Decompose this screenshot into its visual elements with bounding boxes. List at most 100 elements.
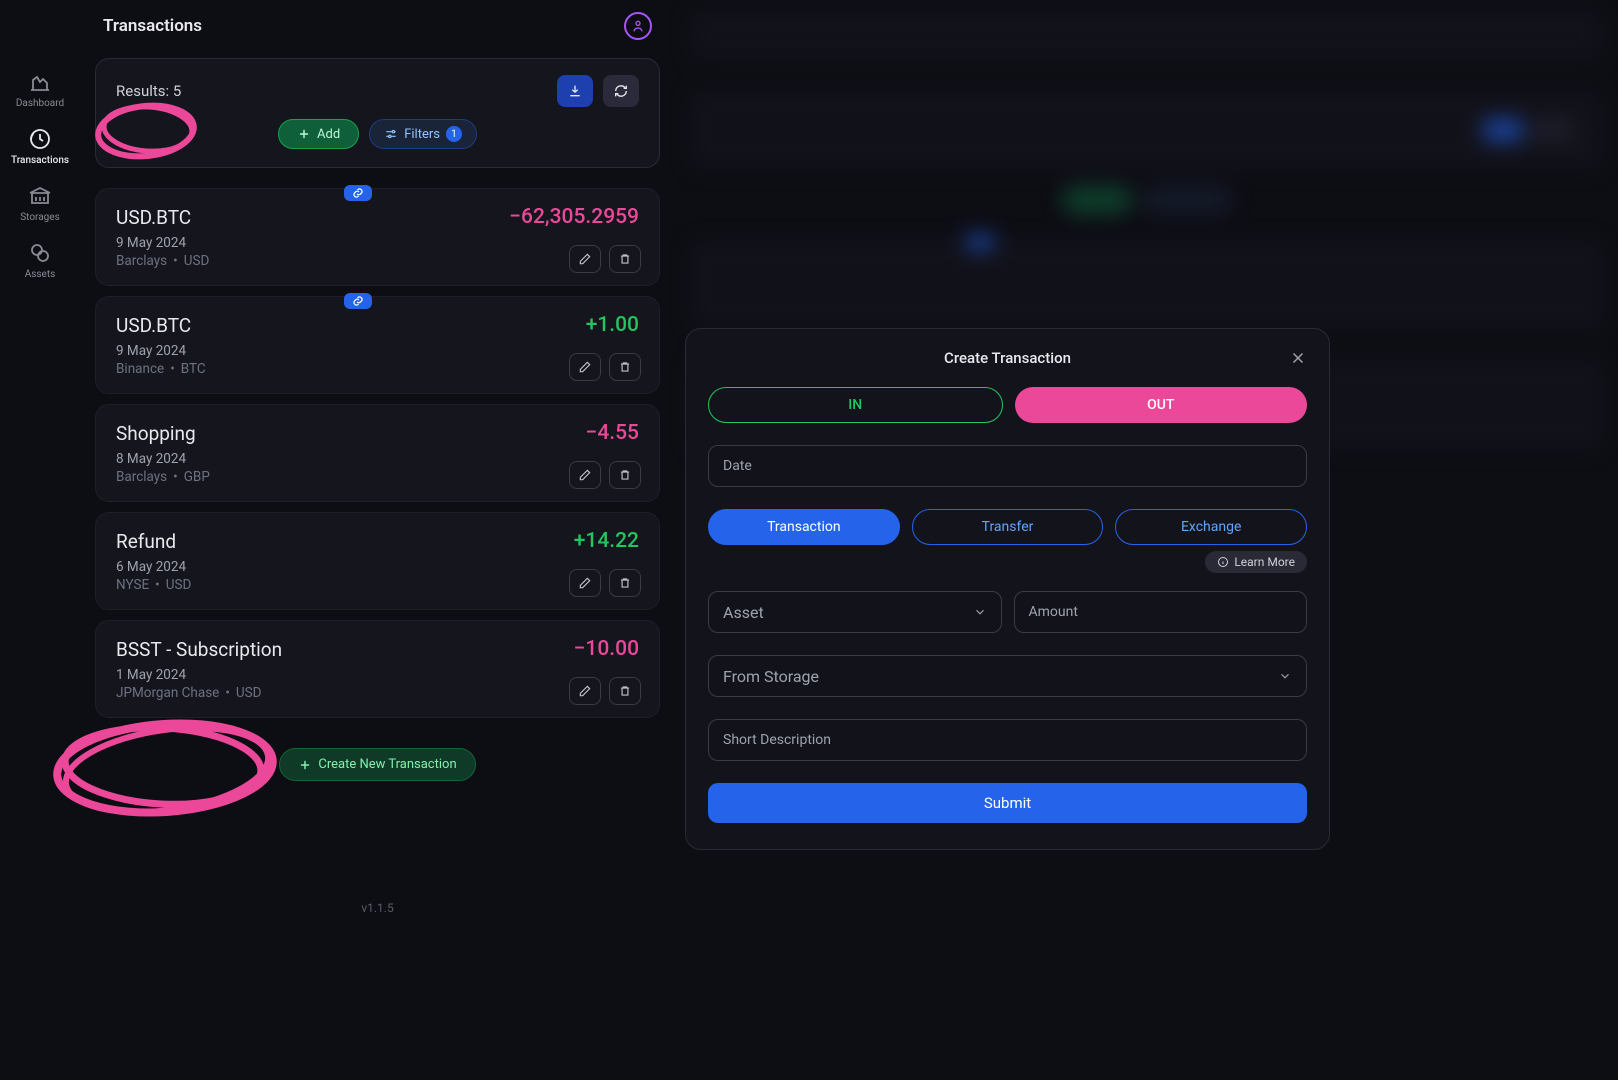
from-storage-label: From Storage	[723, 667, 819, 686]
transaction-meta: Binance•BTC	[116, 361, 639, 377]
close-icon	[1289, 349, 1307, 367]
edit-button[interactable]	[569, 677, 601, 705]
transaction-meta: Barclays•USD	[116, 253, 639, 269]
refresh-icon	[613, 83, 629, 99]
close-button[interactable]	[1289, 349, 1307, 371]
add-button[interactable]: Add	[278, 119, 359, 149]
amount-label: Amount	[1029, 604, 1078, 620]
transactions-icon	[28, 127, 52, 151]
sidebar: Dashboard Transactions Storages Assets	[0, 0, 80, 1080]
delete-button[interactable]	[609, 245, 641, 273]
sidebar-item-storages[interactable]: Storages	[20, 184, 60, 223]
asset-label: Asset	[723, 603, 764, 622]
trash-icon	[618, 252, 632, 266]
filters-button[interactable]: Filters 1	[369, 119, 477, 149]
from-storage-select[interactable]: From Storage	[708, 655, 1307, 697]
link-icon	[352, 187, 364, 199]
link-badge	[344, 185, 372, 201]
edit-button[interactable]	[569, 353, 601, 381]
delete-button[interactable]	[609, 461, 641, 489]
transaction-amount: +14.22	[574, 529, 639, 553]
main-column: Transactions Results: 5 Add	[80, 0, 675, 1080]
transaction-card[interactable]: BSST - Subscription −10.00 1 May 2024 JPMor…	[95, 620, 660, 718]
chevron-down-icon	[1278, 669, 1292, 683]
trash-icon	[618, 684, 632, 698]
transaction-name: Shopping	[116, 422, 196, 445]
transaction-amount: −10.00	[574, 637, 639, 661]
create-new-label: Create New Transaction	[318, 757, 456, 772]
direction-out-button[interactable]: OUT	[1015, 387, 1308, 423]
asset-select[interactable]: Asset	[708, 591, 1002, 633]
transaction-date: 6 May 2024	[116, 559, 639, 575]
sidebar-item-dashboard[interactable]: Dashboard	[16, 70, 64, 109]
edit-icon	[578, 468, 592, 482]
direction-in-button[interactable]: IN	[708, 387, 1003, 423]
add-button-label: Add	[317, 127, 340, 142]
type-exchange-button[interactable]: Exchange	[1115, 509, 1307, 545]
download-button[interactable]	[557, 75, 593, 107]
transaction-card[interactable]: Refund+14.226 May 2024NYSE•USD	[95, 512, 660, 610]
create-new-transaction-button[interactable]: Create New Transaction	[279, 748, 475, 781]
transaction-name: USD.BTC	[116, 314, 191, 337]
assets-icon	[28, 241, 52, 265]
edit-button[interactable]	[569, 569, 601, 597]
transaction-amount: +1.00	[586, 313, 639, 337]
chevron-down-icon	[973, 605, 987, 619]
sidebar-item-transactions[interactable]: Transactions	[11, 127, 69, 166]
profile-button[interactable]	[624, 12, 652, 40]
sidebar-item-label: Transactions	[11, 155, 69, 166]
plus-icon	[298, 758, 312, 772]
submit-button[interactable]: Submit	[708, 783, 1307, 823]
user-icon	[630, 18, 646, 34]
transaction-amount: −4.55	[586, 421, 639, 445]
transaction-meta: Barclays•GBP	[116, 469, 639, 485]
delete-button[interactable]	[609, 569, 641, 597]
sliders-icon	[384, 127, 398, 141]
edit-icon	[578, 684, 592, 698]
sidebar-item-assets[interactable]: Assets	[25, 241, 56, 280]
edit-icon	[578, 360, 592, 374]
delete-button[interactable]	[609, 677, 641, 705]
transaction-date: 9 May 2024	[116, 343, 639, 359]
transaction-amount: −62,305.2959	[509, 205, 639, 229]
transaction-name: USD.BTC	[116, 206, 191, 229]
plus-icon	[297, 127, 311, 141]
description-field[interactable]: Short Description	[708, 719, 1307, 761]
page-title: Transactions	[103, 16, 202, 36]
type-transaction-button[interactable]: Transaction	[708, 509, 900, 545]
refresh-button[interactable]	[603, 75, 639, 107]
transaction-card[interactable]: USD.BTC +1.00 9 May 2024 Binance•BTC	[95, 296, 660, 394]
create-transaction-modal: Create Transaction IN OUT Date Transacti…	[685, 328, 1330, 850]
trash-icon	[618, 576, 632, 590]
learn-more-button[interactable]: Learn More	[1205, 551, 1307, 573]
type-transfer-button[interactable]: Transfer	[912, 509, 1104, 545]
sidebar-item-label: Storages	[20, 212, 60, 223]
transaction-date: 8 May 2024	[116, 451, 639, 467]
transaction-meta: JPMorgan Chase•USD	[116, 685, 639, 701]
link-icon	[352, 295, 364, 307]
edit-button[interactable]	[569, 461, 601, 489]
amount-field[interactable]: Amount	[1014, 591, 1308, 633]
transaction-meta: NYSE•USD	[116, 577, 639, 593]
transaction-name: BSST - Subscription	[116, 638, 282, 661]
edit-button[interactable]	[569, 245, 601, 273]
date-label: Date	[723, 458, 752, 474]
modal-title: Create Transaction	[944, 349, 1071, 367]
results-card: Results: 5 Add Filters 1	[95, 58, 660, 168]
dashboard-icon	[28, 70, 52, 94]
delete-button[interactable]	[609, 353, 641, 381]
download-icon	[567, 83, 583, 99]
edit-icon	[578, 252, 592, 266]
filters-count-badge: 1	[446, 126, 462, 142]
storages-icon	[28, 184, 52, 208]
results-count: Results: 5	[116, 82, 181, 100]
description-label: Short Description	[723, 732, 831, 748]
filters-button-label: Filters	[404, 127, 440, 142]
transaction-card[interactable]: USD.BTC −62,305.2959 9 May 2024 Barclays•US…	[95, 188, 660, 286]
transaction-date: 1 May 2024	[116, 667, 639, 683]
date-field[interactable]: Date	[708, 445, 1307, 487]
transaction-card[interactable]: Shopping −4.55 8 May 2024 Barclays•GBP	[95, 404, 660, 502]
transaction-date: 9 May 2024	[116, 235, 639, 251]
link-badge	[344, 293, 372, 309]
edit-icon	[578, 576, 592, 590]
